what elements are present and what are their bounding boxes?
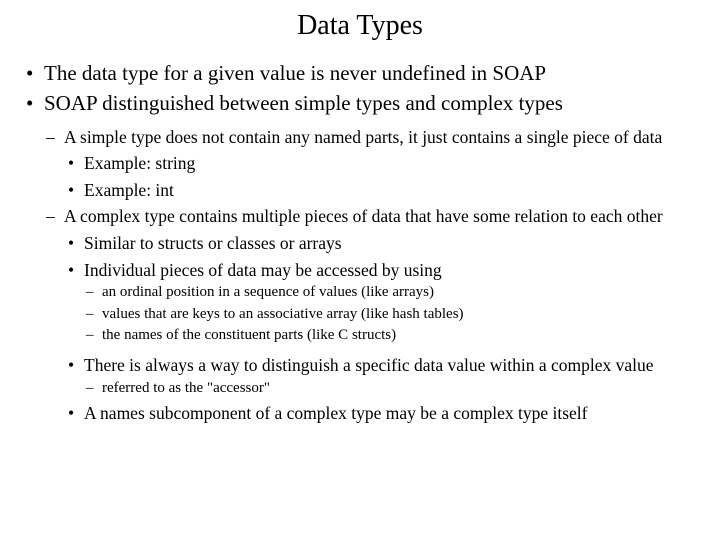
list-item: A names subcomponent of a complex type m… <box>64 402 696 425</box>
list-item: Example: int <box>64 179 696 202</box>
list-item-text: Individual pieces of data may be accesse… <box>84 260 442 280</box>
list-item: referred to as the "accessor" <box>84 379 696 399</box>
sublist: A simple type does not contain any named… <box>44 127 696 346</box>
list-item-text: SOAP distinguished between simple types … <box>44 91 563 115</box>
sublist: referred to as the "accessor" <box>84 379 696 399</box>
bullet-list: The data type for a given value is never… <box>24 60 696 425</box>
list-item: an ordinal position in a sequence of val… <box>84 283 696 303</box>
slide: Data Types The data type for a given val… <box>0 0 720 425</box>
list-item: SOAP distinguished between simple types … <box>24 90 696 425</box>
sublist: Example: string Example: int <box>64 152 696 202</box>
list-item: values that are keys to an associative a… <box>84 305 696 325</box>
list-item: the names of the constituent parts (like… <box>84 326 696 346</box>
slide-title: Data Types <box>24 10 696 42</box>
list-item: The data type for a given value is never… <box>24 60 696 86</box>
list-item: A simple type does not contain any named… <box>44 127 696 202</box>
list-item-text: A simple type does not contain any named… <box>64 127 662 147</box>
list-item-text: There is always a way to distinguish a s… <box>84 355 654 375</box>
sublist: Similar to structs or classes or arrays … <box>64 232 696 346</box>
list-item: A complex type contains multiple pieces … <box>44 206 696 346</box>
list-item: There is always a way to distinguish a s… <box>64 354 696 398</box>
list-item-text: A complex type contains multiple pieces … <box>64 206 663 226</box>
list-item: Example: string <box>64 152 696 175</box>
sublist: an ordinal position in a sequence of val… <box>84 283 696 346</box>
list-item: Similar to structs or classes or arrays <box>64 232 696 255</box>
list-item: Individual pieces of data may be accesse… <box>64 259 696 346</box>
sublist: There is always a way to distinguish a s… <box>64 354 696 425</box>
